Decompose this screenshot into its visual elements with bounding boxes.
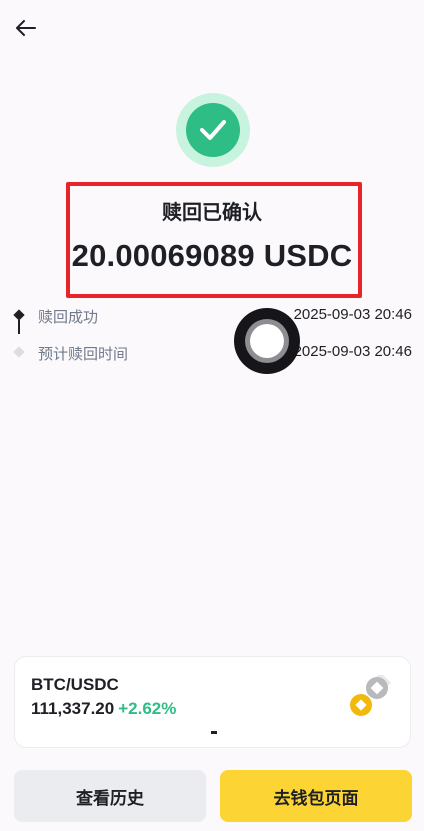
back-button[interactable] [12, 16, 40, 40]
ticker-price: 111,337.20 [31, 699, 115, 718]
dash-mark [211, 731, 217, 734]
timeline-dot-done [13, 309, 25, 321]
success-badge [176, 93, 250, 167]
ticker-card[interactable]: BTC/USDC 111,337.20 +2.62% [14, 656, 411, 748]
touch-indicator [234, 308, 300, 374]
timeline-label-expected: 预计赎回时间 [38, 345, 129, 363]
timeline-dot-pending [13, 346, 25, 358]
confirm-title: 赎回已确认 [162, 200, 262, 224]
coin-pair-icon [349, 675, 391, 716]
view-history-button[interactable]: 查看历史 [14, 770, 206, 822]
ticker-price-row: 111,337.20 +2.62% [31, 699, 176, 719]
check-icon [200, 120, 226, 140]
go-to-wallet-button[interactable]: 去钱包页面 [220, 770, 412, 822]
arrow-left-icon [16, 20, 36, 36]
timeline-connector [18, 320, 20, 334]
timeline-label-success: 赎回成功 [38, 308, 99, 326]
touch-core [250, 324, 284, 358]
touch-ring [245, 319, 289, 363]
ticker-change: +2.62% [118, 699, 177, 718]
ticker-pair: BTC/USDC [31, 675, 119, 694]
timeline-time-success: 2025-09-03 20:46 [293, 306, 412, 323]
redeem-amount: 20.00069089 USDC [71, 238, 353, 273]
success-circle [186, 103, 240, 157]
timeline-time-expected: 2025-09-03 20:46 [293, 343, 412, 360]
